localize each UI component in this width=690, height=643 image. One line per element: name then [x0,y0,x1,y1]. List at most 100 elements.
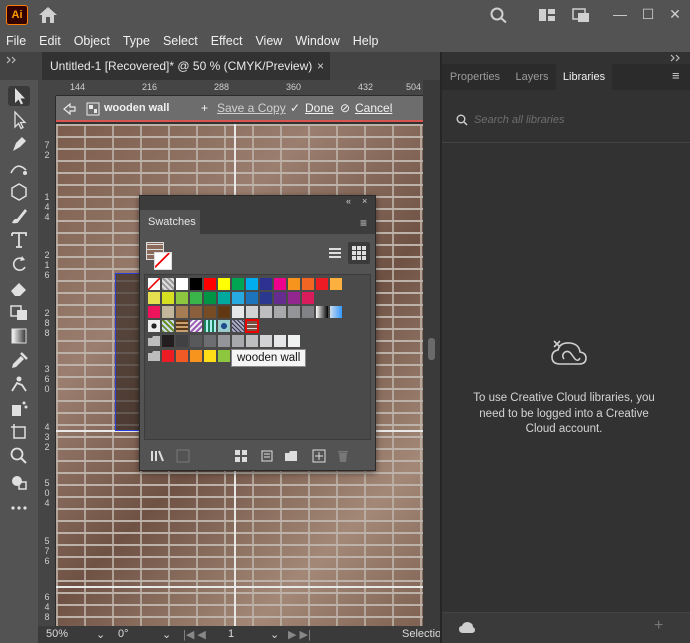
color-swatch[interactable] [148,306,160,318]
menu-select[interactable]: Select [163,34,198,48]
color-swatch[interactable] [260,292,272,304]
color-swatch[interactable] [218,292,230,304]
scrollbar-thumb[interactable] [428,338,435,360]
selected-object[interactable] [115,273,141,431]
shape-tool-icon[interactable] [8,182,30,202]
collapse-arrows-icon[interactable] [6,56,18,64]
bright-swatch[interactable] [218,350,230,362]
artboard-dropdown-icon[interactable]: ⌄ [270,628,279,641]
color-swatch[interactable] [190,278,202,290]
new-swatch-icon[interactable] [312,449,326,463]
color-swatch[interactable] [288,292,300,304]
swatch-libraries-icon[interactable] [150,449,164,463]
color-swatch[interactable] [162,292,174,304]
cloud-sync-icon[interactable] [458,621,476,635]
color-swatch[interactable] [246,278,258,290]
arrange-icon[interactable] [572,7,590,23]
home-icon[interactable] [38,6,58,24]
color-swatch[interactable] [176,292,188,304]
color-swatch[interactable] [204,306,216,318]
swatch-options-icon[interactable] [234,449,248,463]
color-swatch[interactable] [204,278,216,290]
list-view-icon[interactable] [326,244,344,262]
document-tab[interactable]: Untitled-1 [Recovered]* @ 50 % (CMYK/Pre… [42,52,330,80]
fill-stroke-icon[interactable] [8,472,30,492]
menu-window[interactable]: Window [295,34,339,48]
color-swatch[interactable] [204,292,216,304]
color-swatch[interactable] [162,306,174,318]
menu-help[interactable]: Help [353,34,379,48]
color-swatch[interactable] [246,292,258,304]
zoom-level[interactable]: 50% [46,628,68,640]
vertical-scrollbar[interactable] [423,80,440,630]
paintbrush-tool-icon[interactable] [8,206,30,226]
next-artboard-icon[interactable]: ▶ ▶| [288,628,311,641]
registration-swatch[interactable] [162,278,174,290]
bright-swatch[interactable] [190,350,202,362]
color-swatch[interactable] [274,278,286,290]
bright-swatch[interactable] [162,350,174,362]
color-swatch[interactable] [274,292,286,304]
color-swatch[interactable] [218,306,230,318]
tab-libraries[interactable]: Libraries [556,64,612,90]
cancel-button[interactable]: Cancel [355,101,392,115]
minimize-button[interactable]: — [608,2,632,26]
color-swatch[interactable] [260,278,272,290]
color-swatch[interactable] [148,292,160,304]
collapse-panel-icon[interactable]: « [346,196,351,206]
pattern-swatch[interactable] [232,320,244,332]
close-button[interactable]: ✕ [663,2,687,26]
color-swatch[interactable] [302,292,314,304]
bright-swatch[interactable] [204,350,216,362]
more-tools-icon[interactable] [8,498,30,518]
gray-swatch[interactable] [274,335,286,347]
color-swatch[interactable] [302,278,314,290]
pattern-swatch[interactable] [190,320,202,332]
pattern-swatch[interactable] [204,320,216,332]
save-copy-button[interactable]: Save a Copy [217,101,286,115]
tab-layers[interactable]: Layers [508,64,556,90]
back-arrow-icon[interactable] [62,102,76,116]
first-artboard-icon[interactable]: |◀ ◀ [183,628,206,641]
collapse-panel-arrows-icon[interactable] [670,54,684,62]
color-swatch[interactable] [232,306,244,318]
menu-file[interactable]: File [6,34,26,48]
color-swatch[interactable] [232,278,244,290]
color-swatch[interactable] [232,292,244,304]
gray-swatch[interactable] [176,335,188,347]
zoom-tool-icon[interactable] [8,446,30,466]
gray-swatch[interactable] [204,335,216,347]
selection-tool-icon[interactable] [8,86,30,106]
menu-edit[interactable]: Edit [39,34,61,48]
menu-view[interactable]: View [255,34,282,48]
shape-builder-tool-icon[interactable] [8,302,30,322]
gray-swatch[interactable] [288,335,300,347]
gradient-tool-icon[interactable] [8,326,30,346]
search-icon[interactable] [490,7,508,23]
color-swatch[interactable] [190,306,202,318]
none-swatch[interactable] [148,278,160,290]
close-document-icon[interactable]: × [317,52,324,80]
swatches-tab[interactable]: Swatches [140,210,200,234]
workspace-icon[interactable] [538,7,556,23]
menu-object[interactable]: Object [74,34,110,48]
rotate-tool-icon[interactable] [8,254,30,274]
gray-swatch[interactable] [246,335,258,347]
ruler-origin[interactable] [38,80,56,96]
color-swatch[interactable] [246,306,258,318]
artboard-tool-icon[interactable] [8,422,30,442]
pattern-swatch[interactable] [148,320,160,332]
gray-swatch[interactable] [162,335,174,347]
color-swatch[interactable] [288,278,300,290]
list-options-icon[interactable] [260,449,274,463]
color-swatch[interactable] [302,306,314,318]
color-swatch[interactable] [218,278,230,290]
panel-menu-icon[interactable]: ≡ [360,216,367,230]
color-swatch[interactable] [274,306,286,318]
rotation-angle[interactable]: 0° [118,628,129,640]
library-search-input[interactable]: Search all libraries [474,114,690,134]
gray-swatch[interactable] [260,335,272,347]
new-color-group-icon[interactable] [284,449,298,463]
maximize-button[interactable]: ☐ [636,2,660,26]
bright-group-folder-icon[interactable] [148,351,160,361]
